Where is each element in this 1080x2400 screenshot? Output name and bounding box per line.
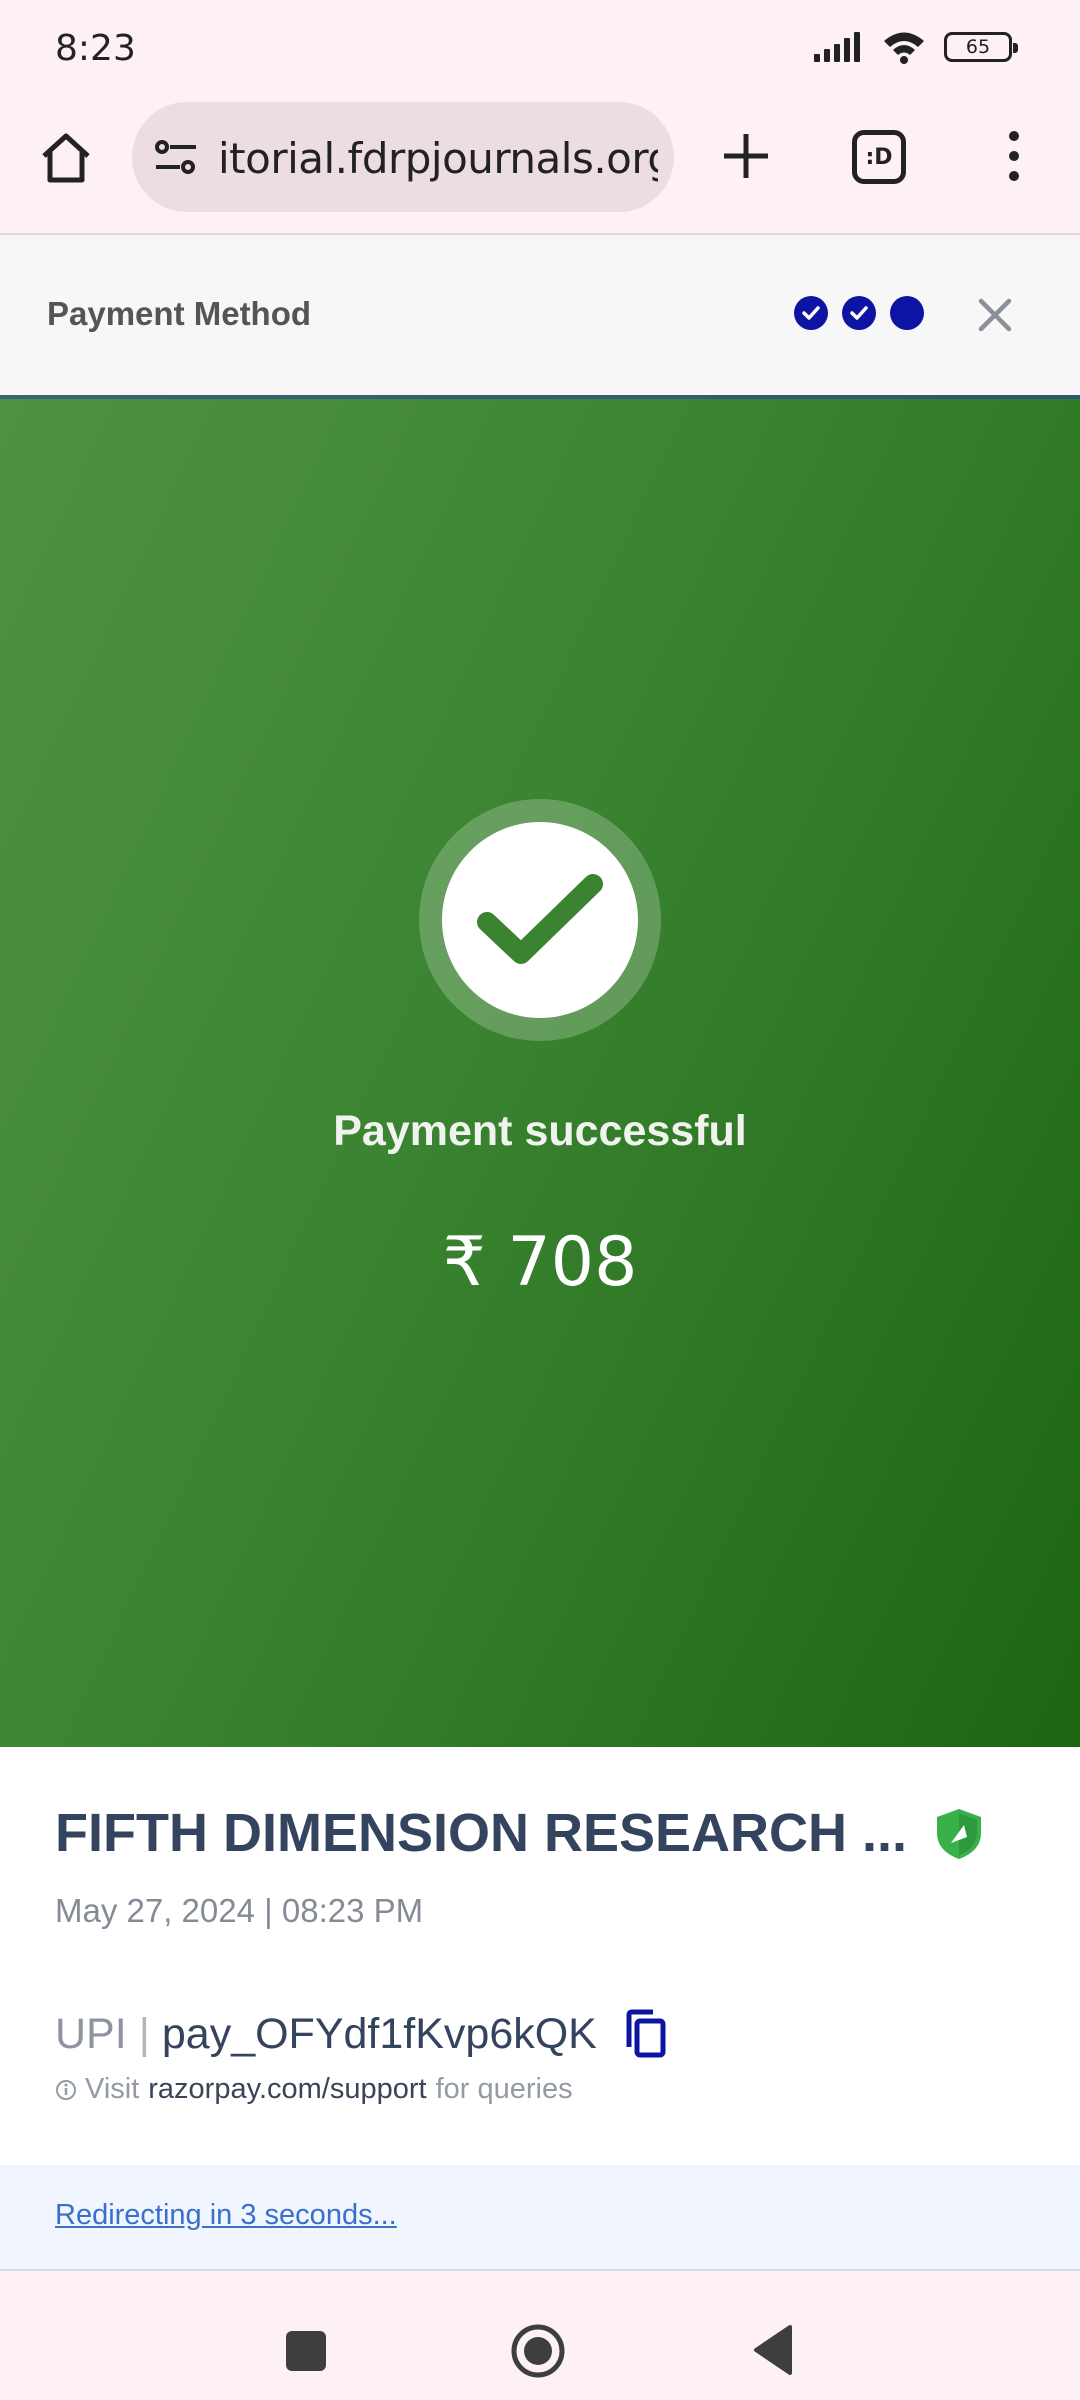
payment-id: pay_OFYdf1fKvp6kQK [161, 2009, 597, 2058]
check-icon [477, 874, 603, 964]
support-suffix: for queries [435, 2073, 573, 2105]
support-link[interactable]: razorpay.com/support [148, 2073, 426, 2106]
url-text[interactable]: itorial.fdrpjournals.org [218, 134, 658, 183]
success-panel: Payment successful ₹ 708 [0, 395, 1080, 1747]
browser-toolbar: itorial.fdrpjournals.org :D [0, 100, 1080, 235]
recents-icon[interactable] [286, 2331, 326, 2371]
payment-amount: ₹ 708 [442, 1223, 638, 1302]
payment-time: 08:23 PM [281, 1892, 424, 1929]
support-prefix: Visit [85, 2073, 140, 2105]
home-icon [42, 133, 90, 183]
success-message: Payment successful [333, 1107, 747, 1155]
battery-icon: 65 [944, 32, 1018, 62]
close-icon[interactable] [975, 295, 1015, 335]
copy-icon[interactable] [623, 2009, 669, 2059]
url-bar[interactable]: itorial.fdrpjournals.org [132, 102, 674, 212]
payment-separator: | [138, 2009, 150, 2058]
success-icon-ring [419, 799, 661, 1041]
success-circle [442, 822, 638, 1018]
new-tab-icon[interactable] [710, 120, 782, 192]
info-icon [56, 2079, 76, 2100]
status-bar: 8:23 65 [0, 0, 1080, 100]
payment-datetime: May 27, 2024 | 08:23 PM [55, 1892, 423, 1930]
payment-details: FIFTH DIMENSION RESEARCH ... May 27, 202… [0, 1747, 1080, 2165]
status-icons: 65 [814, 30, 1018, 64]
step-indicator [794, 296, 924, 330]
tabs-button[interactable]: :D [852, 130, 906, 184]
back-icon[interactable] [750, 2323, 794, 2377]
status-time: 8:23 [55, 28, 136, 69]
support-note: Visit razorpay.com/support for queries [55, 2073, 573, 2106]
tabs-label: :D [865, 144, 893, 170]
site-settings-icon[interactable] [154, 136, 198, 180]
checkout-title: Payment Method [47, 295, 312, 332]
payment-id-row: UPI | pay_OFYdf1fKvp6kQK [55, 2009, 669, 2059]
redirect-banner: Redirecting in 3 seconds... [0, 2165, 1080, 2271]
redirect-link[interactable]: Redirecting in 3 seconds... [55, 2199, 397, 2232]
merchant-name: FIFTH DIMENSION RESEARCH ... [55, 1803, 908, 1863]
menu-icon[interactable] [990, 120, 1038, 192]
step-current-icon [890, 296, 924, 330]
system-nav-bar [0, 2273, 1080, 2400]
wifi-icon [884, 32, 924, 64]
home-button[interactable] [30, 122, 102, 194]
datetime-separator: | [264, 1892, 273, 1929]
step-done-icon [794, 296, 828, 330]
signal-icon [814, 32, 860, 62]
verified-shield-icon [937, 1809, 981, 1859]
payment-method: UPI [55, 2009, 127, 2058]
home-icon[interactable] [510, 2323, 566, 2379]
step-done-icon [842, 296, 876, 330]
payment-date: May 27, 2024 [55, 1892, 255, 1929]
battery-level: 65 [965, 36, 991, 58]
